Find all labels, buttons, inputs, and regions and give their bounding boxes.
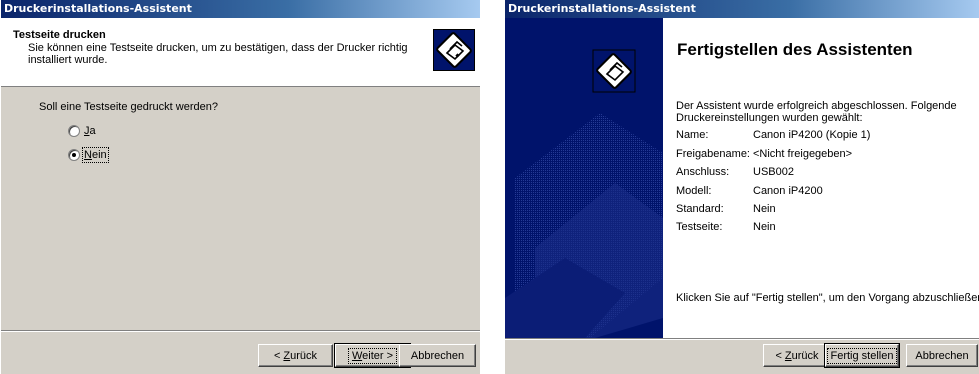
- printer-watermark-image: [505, 18, 663, 338]
- page-title: Testseite drucken: [13, 29, 106, 41]
- wizard-content: Fertigstellen des Assistenten Der Assist…: [663, 18, 979, 338]
- setting-value: Nein: [753, 203, 776, 215]
- setting-value: USB002: [753, 166, 794, 178]
- setting-row-port: Anschluss: USB002: [676, 166, 794, 178]
- wizard-side-panel: [505, 18, 663, 338]
- closing-instruction: Klicken Sie auf "Fertig stellen", um den…: [676, 292, 979, 304]
- setting-label: Freigabename:: [676, 148, 750, 160]
- wizard-window-finish: Druckerinstallations-Assistent Fertigste…: [505, 0, 979, 374]
- printer-icon: [592, 49, 636, 93]
- setting-label: Name:: [676, 129, 709, 141]
- button-separator: [1, 330, 480, 332]
- cancel-button[interactable]: Abbrechen: [906, 344, 978, 367]
- setting-row-test-page: Testseite: Nein: [676, 221, 776, 233]
- setting-row-share: Freigabename: <Nicht freigegeben>: [676, 148, 852, 160]
- setting-value: Canon iP4200 (Kopie 1): [753, 129, 871, 141]
- wizard-window-test-page: Druckerinstallations-Assistent Testseite…: [0, 0, 480, 374]
- cancel-button[interactable]: Abbrechen: [399, 344, 476, 367]
- setting-label: Testseite:: [676, 221, 723, 233]
- setting-row-default: Standard: Nein: [676, 203, 776, 215]
- printer-icon: [433, 29, 475, 71]
- window-title: Druckerinstallations-Assistent: [4, 2, 192, 15]
- radio-button-nein[interactable]: [68, 149, 80, 161]
- setting-value: <Nicht freigegeben>: [753, 148, 853, 160]
- intro-text: Der Assistent wurde erfolgreich abgeschl…: [676, 100, 957, 124]
- setting-label: Anschluss:: [676, 166, 730, 178]
- setting-value: Nein: [753, 221, 776, 233]
- radio-option-ja[interactable]: Ja: [68, 125, 96, 137]
- wizard-header: Testseite drucken Sie können eine Testse…: [1, 18, 480, 87]
- setting-label: Standard:: [676, 203, 724, 215]
- window-title-bar[interactable]: Druckerinstallations-Assistent: [1, 0, 480, 18]
- setting-label: Modell:: [676, 185, 712, 197]
- setting-row-model: Modell: Canon iP4200: [676, 185, 823, 197]
- radio-label-ja[interactable]: Ja: [84, 125, 96, 137]
- radio-option-nein[interactable]: Nein: [68, 147, 109, 163]
- window-title-bar[interactable]: Druckerinstallations-Assistent: [505, 0, 979, 18]
- window-title: Druckerinstallations-Assistent: [508, 2, 696, 15]
- radio-button-ja[interactable]: [68, 125, 80, 137]
- setting-value: Canon iP4200: [753, 185, 823, 197]
- back-button[interactable]: < Zurück: [763, 344, 831, 367]
- page-subtitle: Sie können eine Testseite drucken, um zu…: [28, 42, 408, 66]
- button-separator: [505, 338, 979, 340]
- page-title: Fertigstellen des Assistenten: [677, 40, 913, 59]
- back-button[interactable]: < Zurück: [258, 344, 333, 367]
- finish-button[interactable]: Fertig stellen: [824, 343, 900, 368]
- question-label: Soll eine Testseite gedruckt werden?: [39, 101, 218, 113]
- setting-row-name: Name: Canon iP4200 (Kopie 1): [676, 129, 870, 141]
- radio-label-nein[interactable]: Nein: [82, 147, 109, 163]
